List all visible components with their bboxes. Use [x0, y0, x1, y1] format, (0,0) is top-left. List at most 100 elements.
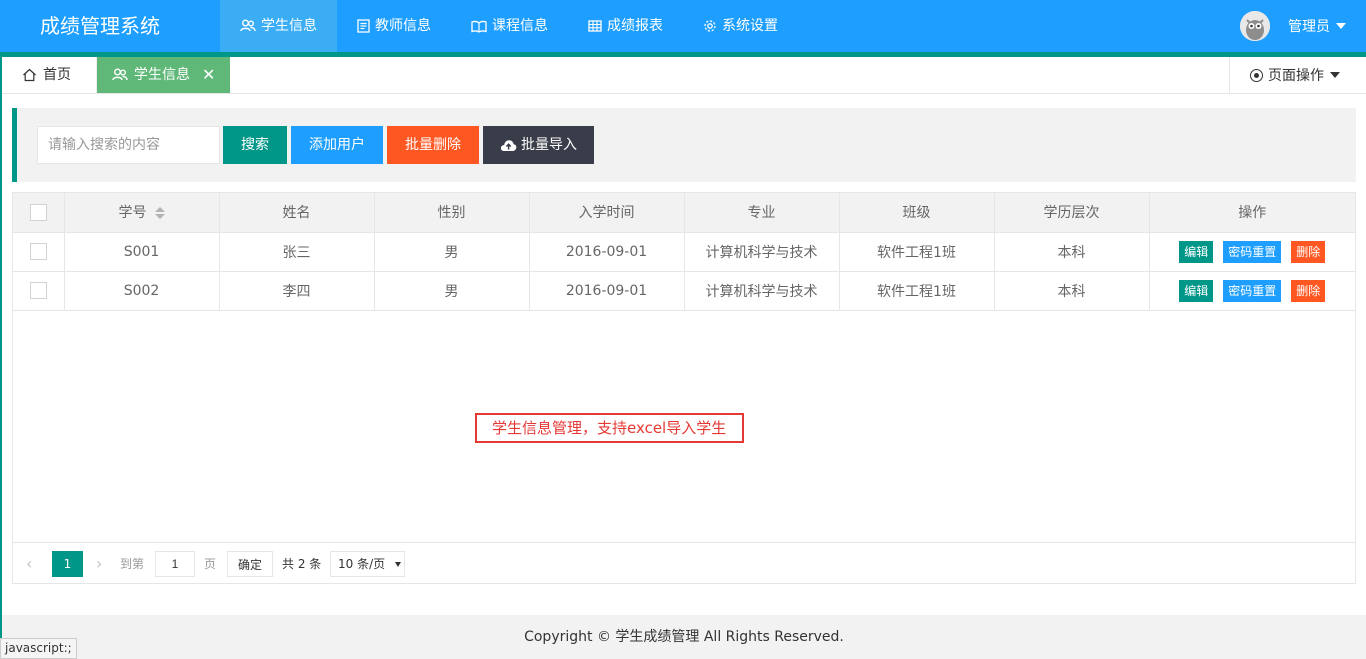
caret-down-icon	[395, 561, 402, 567]
users-icon	[240, 19, 256, 33]
avatar	[1240, 11, 1270, 41]
page-tabs: 首页 学生信息 ✕ 页面操作	[2, 57, 1366, 94]
cloud-upload-icon	[500, 139, 517, 152]
row-checkbox[interactable]	[29, 282, 47, 299]
cell-name: 李四	[219, 271, 375, 311]
cell-id: S001	[64, 232, 220, 272]
row-select-cell	[13, 232, 65, 272]
nav-item-label: 系统设置	[722, 18, 778, 34]
cell-level: 本科	[994, 232, 1150, 272]
page-unit-label: 页	[204, 557, 217, 571]
nav-item-label: 学生信息	[261, 18, 317, 34]
goto-confirm-button[interactable]: 确定	[227, 551, 273, 577]
sort-icon[interactable]	[154, 207, 165, 220]
column-header-gender: 性别	[374, 193, 530, 233]
cell-class: 软件工程1班	[839, 232, 995, 272]
tab-students[interactable]: 学生信息 ✕	[97, 57, 230, 93]
status-bar-url: javascript:;	[0, 638, 77, 659]
add-user-button[interactable]: 添加用户	[291, 126, 383, 164]
column-header-actions: 操作	[1149, 193, 1355, 233]
student-table: 学号 姓名 性别 入学时间 专业 班级 学历层次 操作 S001 张三 男 20…	[12, 192, 1356, 584]
table-row: S001 张三 男 2016-09-01 计算机科学与技术 软件工程1班 本科 …	[13, 232, 1355, 272]
users-icon	[112, 68, 128, 82]
nav-item-teachers[interactable]: 教师信息	[337, 0, 451, 52]
annotation-callout: 学生信息管理，支持excel导入学生	[475, 413, 744, 443]
nav-item-settings[interactable]: 系统设置	[683, 0, 798, 52]
user-menu[interactable]: 管理员	[1240, 0, 1346, 52]
gear-icon	[703, 19, 717, 33]
select-all-checkbox[interactable]	[29, 203, 47, 221]
nav-item-label: 成绩报表	[607, 18, 663, 34]
caret-down-icon	[1336, 23, 1346, 29]
table-header-row: 学号 姓名 性别 入学时间 专业 班级 学历层次 操作	[13, 193, 1355, 233]
search-input[interactable]	[37, 126, 220, 164]
left-accent-strip	[0, 57, 2, 659]
tab-label: 首页	[43, 67, 71, 83]
cell-gender: 男	[374, 232, 530, 272]
caret-down-icon	[1330, 72, 1340, 78]
reset-password-button[interactable]: 密码重置	[1223, 240, 1282, 263]
reset-password-button[interactable]: 密码重置	[1223, 279, 1282, 302]
footer-copyright: Copyright © 学生成绩管理 All Rights Reserved.	[2, 615, 1366, 659]
cell-id: S002	[64, 271, 220, 311]
delete-button[interactable]: 删除	[1291, 279, 1326, 302]
edit-button[interactable]: 编辑	[1179, 279, 1214, 302]
column-header-id[interactable]: 学号	[64, 193, 220, 233]
nav-item-label: 课程信息	[492, 18, 548, 34]
pagination: ‹ 1 › 到第 页 确定 共 2 条 10 条/页	[12, 542, 1356, 584]
column-header-class: 班级	[839, 193, 995, 233]
page-1-button[interactable]: 1	[52, 551, 83, 577]
column-header-major: 专业	[684, 193, 840, 233]
page-size-value: 10 条/页	[338, 557, 386, 571]
close-icon[interactable]: ✕	[202, 57, 215, 93]
home-icon	[22, 68, 37, 82]
nav-item-reports[interactable]: 成绩报表	[568, 0, 683, 52]
document-icon	[357, 19, 370, 33]
cell-major: 计算机科学与技术	[684, 232, 840, 272]
app-title: 成绩管理系统	[40, 14, 160, 38]
book-icon	[471, 20, 487, 33]
user-name: 管理员	[1288, 19, 1330, 35]
nav-item-label: 教师信息	[375, 18, 431, 34]
cell-gender: 男	[374, 271, 530, 311]
column-header-date: 入学时间	[529, 193, 685, 233]
tab-label: 学生信息	[134, 67, 190, 83]
cell-actions: 编辑 密码重置 删除	[1149, 232, 1355, 272]
next-page-button[interactable]: ›	[96, 551, 102, 577]
prev-page-button[interactable]: ‹	[26, 551, 32, 577]
page-size-select[interactable]: 10 条/页	[330, 551, 405, 577]
batch-import-button[interactable]: 批量导入	[483, 126, 594, 164]
total-count: 共 2 条	[282, 557, 322, 571]
search-button[interactable]: 搜索	[223, 126, 287, 164]
table-icon	[588, 20, 602, 32]
goto-page-input[interactable]	[155, 551, 195, 577]
column-header-level: 学历层次	[994, 193, 1150, 233]
row-checkbox[interactable]	[29, 243, 47, 260]
top-header: 成绩管理系统 学生信息 教师信息 课程信息 成绩报表 系统设置 管理员	[0, 0, 1366, 52]
cell-level: 本科	[994, 271, 1150, 311]
batch-delete-button[interactable]: 批量删除	[387, 126, 479, 164]
delete-button[interactable]: 删除	[1291, 240, 1326, 263]
column-header-label: 学号	[118, 205, 147, 222]
column-header-name: 姓名	[219, 193, 375, 233]
batch-import-label: 批量导入	[521, 137, 577, 153]
edit-button[interactable]: 编辑	[1179, 240, 1214, 263]
cell-actions: 编辑 密码重置 删除	[1149, 271, 1355, 311]
cell-name: 张三	[219, 232, 375, 272]
select-all-cell	[13, 193, 65, 233]
nav-item-students[interactable]: 学生信息	[220, 0, 337, 52]
page-operations-dropdown[interactable]: 页面操作	[1229, 57, 1366, 93]
table-row: S002 李四 男 2016-09-01 计算机科学与技术 软件工程1班 本科 …	[13, 271, 1355, 311]
page-operations-label: 页面操作	[1268, 68, 1324, 84]
cell-date: 2016-09-01	[529, 232, 685, 272]
tab-home[interactable]: 首页	[2, 57, 97, 93]
row-select-cell	[13, 271, 65, 311]
search-toolbar: 搜索 添加用户 批量删除 批量导入	[12, 108, 1356, 182]
nav-item-courses[interactable]: 课程信息	[451, 0, 568, 52]
cell-class: 软件工程1班	[839, 271, 995, 311]
cell-date: 2016-09-01	[529, 271, 685, 311]
top-nav: 学生信息 教师信息 课程信息 成绩报表 系统设置	[220, 0, 798, 52]
goto-label: 到第	[120, 557, 145, 571]
target-icon	[1250, 68, 1263, 82]
cell-major: 计算机科学与技术	[684, 271, 840, 311]
